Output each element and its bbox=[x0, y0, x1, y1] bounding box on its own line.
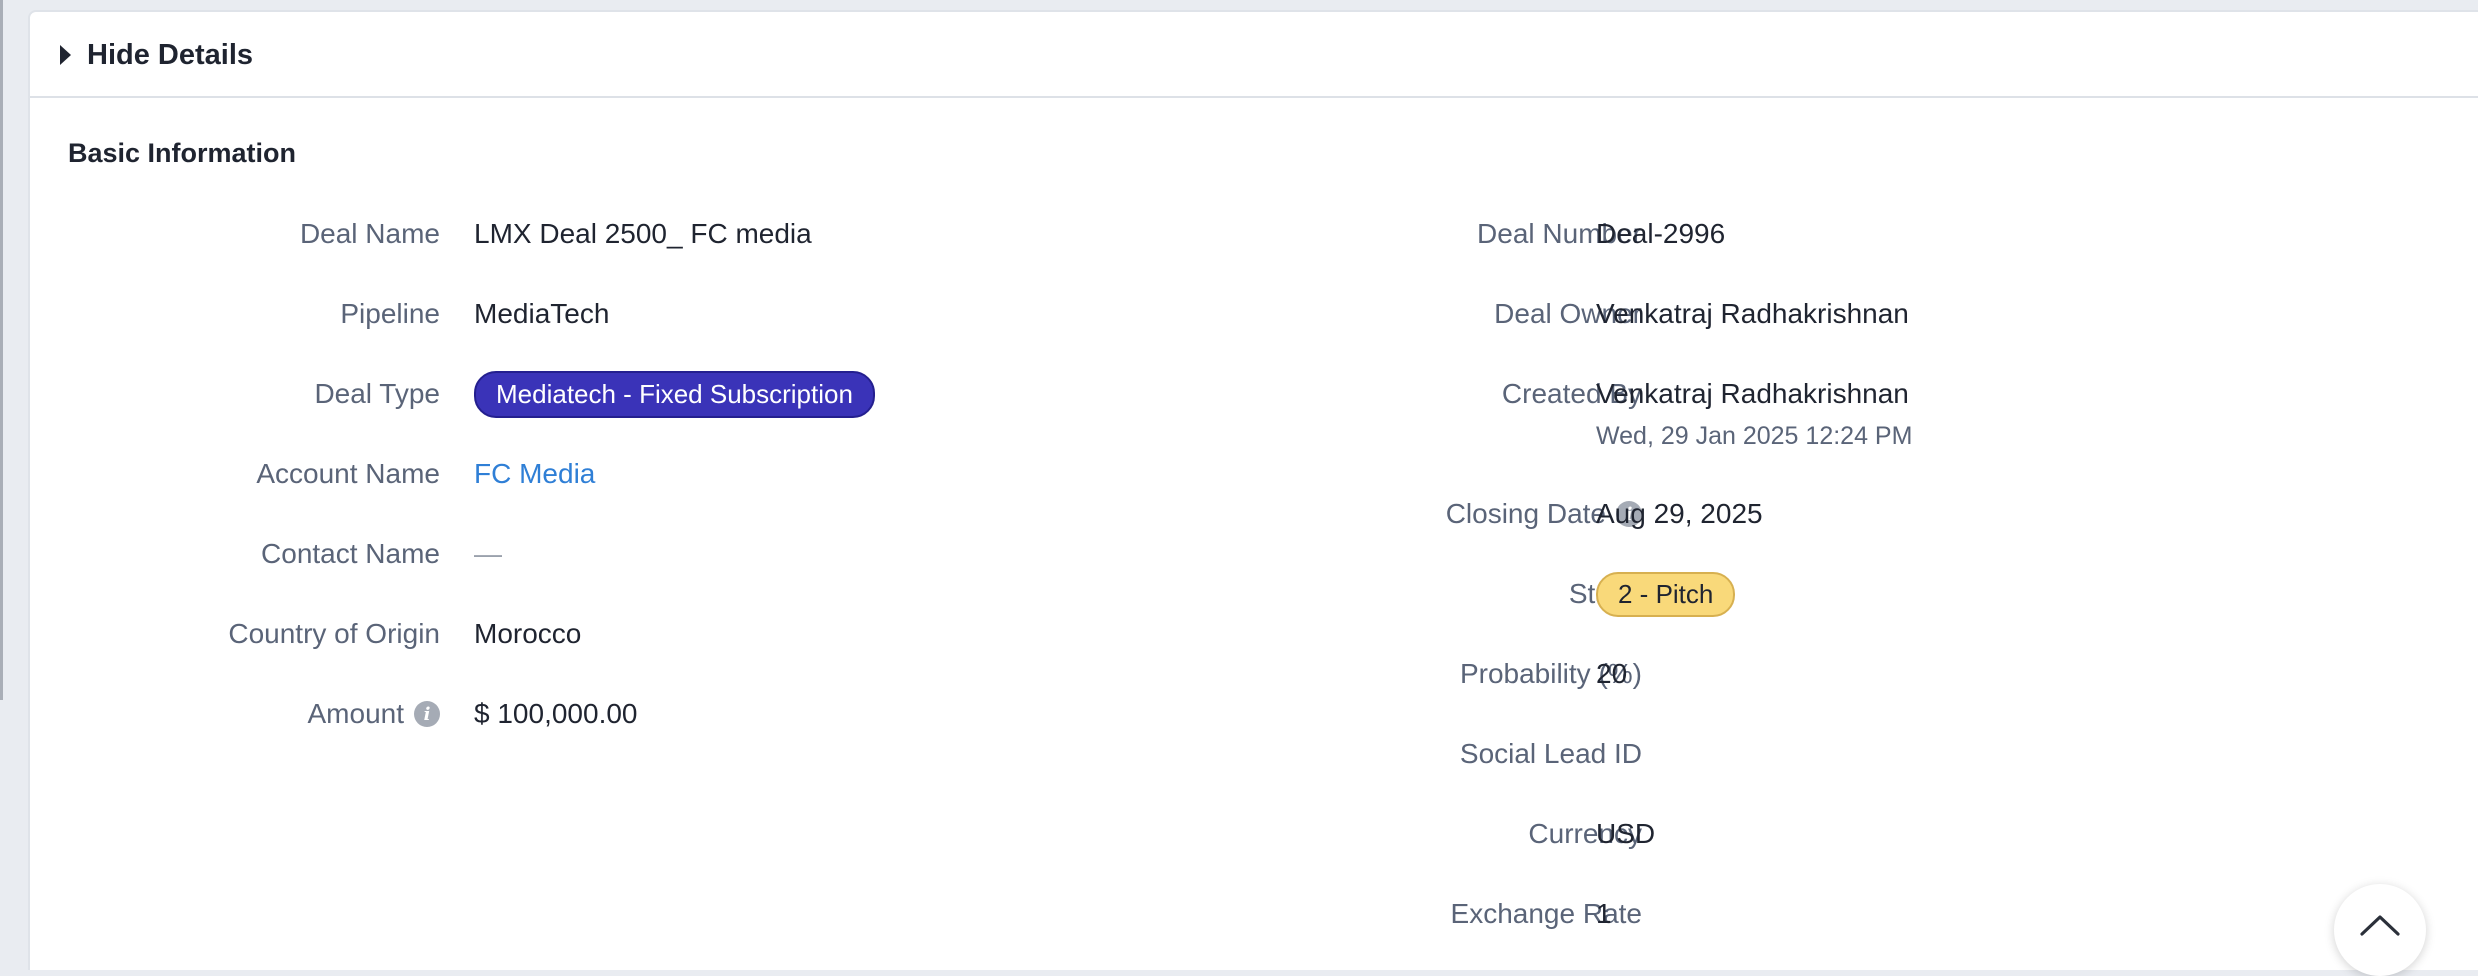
deal-owner-value[interactable]: Venkatraj Radhakrishnan bbox=[1596, 292, 1909, 336]
field-label: Contact Name bbox=[261, 538, 440, 569]
deal-type-value[interactable]: Mediatech - Fixed Subscription bbox=[474, 370, 875, 418]
pipeline-value[interactable]: MediaTech bbox=[474, 292, 609, 336]
contact-name-value[interactable]: — bbox=[474, 532, 502, 576]
caret-right-icon bbox=[60, 45, 71, 65]
field-deal-name: Deal Name LMX Deal 2500_ FC media bbox=[30, 212, 1210, 292]
field-label: Pipeline bbox=[340, 298, 440, 329]
created-by-value: Venkatraj Radhakrishnan bbox=[1596, 378, 1909, 409]
field-label: Account Name bbox=[256, 458, 440, 489]
chevron-up-icon bbox=[2360, 915, 2400, 936]
info-icon[interactable]: i bbox=[414, 701, 440, 727]
field-label: Deal Type bbox=[314, 378, 440, 409]
stage-badge: 2 - Pitch bbox=[1596, 571, 1736, 617]
field-closing-date: Closing Date i Aug 29, 2025 bbox=[1150, 492, 2350, 572]
deal-name-value[interactable]: LMX Deal 2500_ FC media bbox=[474, 212, 812, 256]
field-label: Exchange Rate bbox=[1450, 898, 1642, 929]
deal-number-value: Deal-2996 bbox=[1596, 218, 1726, 249]
field-label-with-info: Amount i bbox=[307, 692, 440, 736]
field-label: Social Lead ID bbox=[1459, 738, 1642, 769]
field-stage: Stage 2 - Pitch bbox=[1150, 571, 2350, 652]
section-title: Basic Information bbox=[68, 138, 297, 168]
field-deal-owner: Deal Owner Venkatraj Radhakrishnan bbox=[1150, 292, 2350, 372]
field-account-name: Account Name FC Media bbox=[30, 452, 1210, 532]
empty-dash: — bbox=[474, 538, 502, 569]
field-label: Country of Origin bbox=[228, 618, 440, 649]
field-exchange-rate: Exchange Rate 1 bbox=[1150, 892, 2350, 972]
country-value[interactable]: Morocco bbox=[474, 612, 581, 656]
field-created-by: Created By Venkatraj Radhakrishnan Wed, … bbox=[1150, 372, 2350, 492]
left-field-column: Deal Name LMX Deal 2500_ FC media Pipeli… bbox=[30, 212, 1210, 772]
field-deal-type: Deal Type Mediatech - Fixed Subscription bbox=[30, 370, 1210, 452]
closing-date-value[interactable]: Aug 29, 2025 bbox=[1596, 492, 1763, 536]
field-currency: Currency USD bbox=[1150, 812, 2350, 892]
details-panel: Hide Details Basic Information Deal Name… bbox=[28, 10, 2478, 970]
amount-value[interactable]: $ 100,000.00 bbox=[474, 692, 638, 736]
created-timestamp: Wed, 29 Jan 2025 12:24 PM bbox=[1596, 421, 1913, 450]
field-pipeline: Pipeline MediaTech bbox=[30, 292, 1210, 372]
field-label: Amount bbox=[307, 698, 405, 729]
probability-value[interactable]: 20 bbox=[1596, 652, 1627, 696]
account-name-value[interactable]: FC Media bbox=[474, 452, 595, 496]
deal-type-badge: Mediatech - Fixed Subscription bbox=[474, 370, 875, 418]
field-label: Deal Name bbox=[299, 218, 440, 249]
stage-value[interactable]: 2 - Pitch bbox=[1596, 571, 1736, 617]
field-deal-number: Deal Number Deal-2996 bbox=[1150, 212, 2350, 292]
right-field-column: Deal Number Deal-2996 Deal Owner Venkatr… bbox=[1150, 212, 2350, 972]
scroll-to-top-button[interactable] bbox=[2334, 884, 2426, 976]
exchange-rate-value[interactable]: 1 bbox=[1596, 892, 1612, 936]
hide-details-label: Hide Details bbox=[87, 38, 253, 71]
field-label: Closing Date bbox=[1445, 498, 1606, 529]
field-amount: Amount i $ 100,000.00 bbox=[30, 692, 1210, 772]
hide-details-toggle[interactable]: Hide Details bbox=[60, 38, 253, 72]
account-name-link[interactable]: FC Media bbox=[474, 458, 595, 490]
currency-value[interactable]: USD bbox=[1596, 812, 1655, 856]
field-social-lead-id: Social Lead ID bbox=[1150, 732, 2350, 812]
field-probability: Probability (%) 20 bbox=[1150, 652, 2350, 732]
panel-header: Hide Details bbox=[30, 12, 2478, 98]
left-rail bbox=[0, 0, 3, 700]
field-contact-name: Contact Name — bbox=[30, 532, 1210, 612]
field-country-of-origin: Country of Origin Morocco bbox=[30, 612, 1210, 692]
